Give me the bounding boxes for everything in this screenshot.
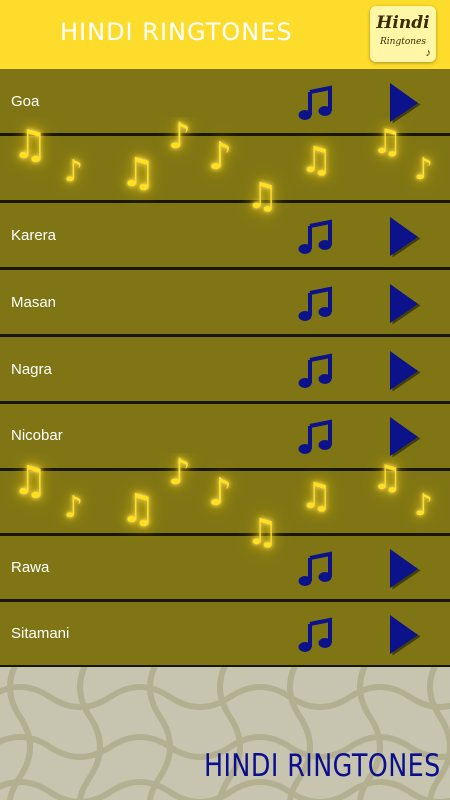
footer-title: HINDI RINGTONES: [204, 748, 441, 784]
play-icon[interactable]: [387, 350, 421, 392]
ringtone-row-karera[interactable]: Karera: [0, 203, 450, 269]
music-note-icon[interactable]: [296, 84, 336, 124]
play-icon[interactable]: [387, 416, 421, 458]
music-note-icon: ♫: [300, 140, 333, 181]
ringtone-row-rawa[interactable]: Rawa: [0, 535, 450, 601]
music-note-icon: ♪: [208, 470, 233, 514]
play-icon[interactable]: [387, 82, 421, 124]
play-icon[interactable]: [387, 283, 421, 325]
ringtone-label: Masan: [11, 294, 57, 311]
app-header: HINDI RINGTONES Hindi Ringtones ♪: [0, 0, 450, 69]
music-note-icon: ♪: [414, 152, 434, 187]
ringtone-row-nagra[interactable]: Nagra: [0, 337, 450, 403]
play-icon[interactable]: [387, 548, 421, 590]
logo-text-hindi: Hindi: [376, 13, 430, 33]
app-logo: Hindi Ringtones ♪: [370, 6, 436, 62]
ringtone-row-goa[interactable]: Goa: [0, 69, 450, 135]
ringtone-label: Nicobar: [11, 427, 63, 444]
ringtone-label: Rawa: [11, 559, 50, 576]
music-note-icon: ♪: [414, 488, 434, 523]
music-note-icon: ♪: [64, 154, 84, 189]
play-icon[interactable]: [387, 614, 421, 656]
music-note-icon: ♫: [300, 476, 333, 517]
music-note-icon[interactable]: [296, 352, 336, 392]
ringtone-label: Sitamani: [11, 625, 70, 642]
music-note-icon[interactable]: [296, 616, 336, 656]
music-note-icon[interactable]: [296, 418, 336, 458]
ringtone-row-nicobar[interactable]: Nicobar: [0, 403, 450, 469]
music-note-icon[interactable]: [296, 218, 336, 258]
ringtone-label: Goa: [11, 93, 40, 110]
ringtone-label: Karera: [11, 227, 57, 244]
music-note-icon[interactable]: [296, 285, 336, 325]
music-note-icon: ♫: [120, 486, 156, 532]
music-note-icon: ♫: [120, 150, 156, 196]
ringtone-row-masan[interactable]: Masan: [0, 270, 450, 336]
ringtone-label: Nagra: [11, 361, 52, 378]
header-title: HINDI RINGTONES: [60, 18, 293, 46]
music-note-icon: ♪: [208, 134, 233, 178]
play-icon[interactable]: [387, 216, 421, 258]
logo-text-ringtones: Ringtones: [380, 37, 426, 47]
music-note-icon: ♪: [425, 47, 432, 59]
ringtone-row-sitamani[interactable]: Sitamani: [0, 601, 450, 667]
music-note-icon: ♪: [64, 490, 84, 525]
music-note-icon[interactable]: [296, 550, 336, 590]
ringtone-list: ♫ ♪ ♫ ♪ ♪ ♫ ♫ ♫ ♪ ♫ ♪ ♫ ♪ ♪ ♫ ♫ ♫ ♪ Goa: [0, 69, 450, 668]
